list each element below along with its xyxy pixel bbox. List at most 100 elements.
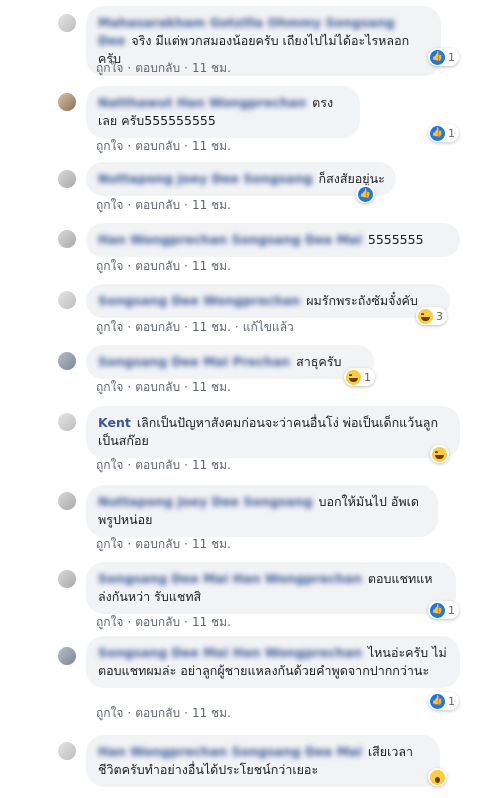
like-link[interactable]: ถูกใจ	[96, 198, 123, 212]
avatar[interactable]	[58, 14, 76, 32]
comment-list: Mahasarakham Gotzilla Ohmmy Songsang Dee…	[0, 0, 481, 798]
comment-text: ก็สงสัยอยู่นะ	[318, 171, 385, 186]
comment-bubble: Natthawut Han Wongprechan ตรงเลย ครับ5555…	[86, 86, 360, 138]
reply-link[interactable]: ตอบกลับ	[135, 615, 180, 629]
reaction-count: 3	[436, 309, 443, 323]
timestamp[interactable]: 11 ชม.	[192, 615, 231, 629]
comment-bubble: Han Wongprechan Songsang Dee Mai เสียเวลา…	[86, 735, 440, 787]
timestamp[interactable]: 11 ชม.	[192, 259, 231, 273]
avatar[interactable]	[58, 647, 76, 665]
reaction-count: 1	[364, 370, 371, 384]
comment-bubble: Nuttapong Joey Dee Songsang บอกให้มันไป อ…	[86, 485, 438, 537]
commenter-name[interactable]: Songsang Dee Mai Han Wongprechan	[98, 645, 362, 660]
reaction-badge[interactable]	[428, 768, 447, 786]
reaction-badge[interactable]: 1	[428, 48, 459, 66]
comment-actions: ถูกใจ · ตอบกลับ · 11 ชม.	[96, 61, 231, 75]
comment-actions: ถูกใจ · ตอบกลับ · 11 ชม.	[96, 198, 231, 212]
timestamp[interactable]: 11 ชม.	[192, 139, 231, 153]
comment-actions: ถูกใจ · ตอบกลับ · 11 ชม.	[96, 537, 231, 551]
commenter-name[interactable]: Natthawut Han Wongprechan	[98, 95, 306, 110]
like-link[interactable]: ถูกใจ	[96, 320, 123, 334]
like-link[interactable]: ถูกใจ	[96, 259, 123, 273]
avatar[interactable]	[58, 93, 76, 111]
like-link[interactable]: ถูกใจ	[96, 706, 123, 720]
like-link[interactable]: ถูกใจ	[96, 537, 123, 551]
like-link[interactable]: ถูกใจ	[96, 615, 123, 629]
comment-bubble: Songsang Dee Mai Han Wongprechan ตอบแชทแห…	[86, 562, 456, 614]
avatar[interactable]	[58, 413, 76, 431]
like-icon	[430, 602, 445, 618]
comment-actions: ถูกใจ · ตอบกลับ · 11 ชม.	[96, 706, 231, 720]
reaction-badge[interactable]	[356, 185, 375, 203]
comment-actions: ถูกใจ · ตอบกลับ · 11 ชม.	[96, 380, 231, 394]
avatar[interactable]	[58, 570, 76, 588]
comment-text: สาธุครับ	[296, 354, 342, 369]
reaction-badge[interactable]: 1	[428, 692, 459, 710]
comment-bubble: Kent เลิกเป็นปัญหาสังคมก่อนจะว่าคนอื่นโง่…	[86, 406, 460, 458]
reply-link[interactable]: ตอบกลับ	[135, 537, 180, 551]
commenter-name[interactable]: Songsang Dee Mai Prechan	[98, 354, 290, 369]
comment-bubble: Songsang Dee Mai Han Wongprechan ไหนอ่ะคร…	[86, 636, 460, 688]
commenter-name[interactable]: Han Wongprechan Songsang Dee Mai	[98, 744, 362, 759]
avatar[interactable]	[58, 170, 76, 188]
timestamp[interactable]: 11 ชม.	[192, 320, 231, 334]
timestamp[interactable]: 11 ชม.	[192, 706, 231, 720]
haha-icon	[346, 369, 361, 385]
comment-text: 5555555	[367, 232, 424, 247]
like-icon	[358, 186, 373, 202]
like-icon	[430, 49, 445, 65]
commenter-name[interactable]: Kent	[98, 415, 131, 430]
reply-link[interactable]: ตอบกลับ	[135, 198, 180, 212]
edited-label[interactable]: แก้ไขแล้ว	[243, 320, 294, 334]
avatar[interactable]	[58, 291, 76, 309]
reaction-count: 1	[448, 50, 455, 64]
comment-bubble: Nuttapong Joey Dee Songsang ก็สงสัยอยู่นะ	[86, 162, 396, 196]
comment-bubble: Songsang Dee Wongprechan ผมรักพระถังซัมจั…	[86, 284, 450, 318]
avatar[interactable]	[58, 742, 76, 760]
timestamp[interactable]: 11 ชม.	[192, 61, 231, 75]
like-icon	[430, 693, 445, 709]
commenter-name[interactable]: Songsang Dee Mai Han Wongprechan	[98, 571, 362, 586]
comment-actions: ถูกใจ · ตอบกลับ · 11 ชม.	[96, 259, 231, 273]
timestamp[interactable]: 11 ชม.	[192, 458, 231, 472]
reaction-badge[interactable]: 1	[428, 601, 459, 619]
reply-link[interactable]: ตอบกลับ	[135, 320, 180, 334]
reaction-badge[interactable]	[430, 445, 449, 463]
like-link[interactable]: ถูกใจ	[96, 380, 123, 394]
commenter-name[interactable]: Han Wongprechan Songsang Dee Mai	[98, 232, 362, 247]
comment-actions: ถูกใจ · ตอบกลับ · 11 ชม.	[96, 139, 231, 153]
wow-icon	[430, 769, 445, 785]
reply-link[interactable]: ตอบกลับ	[135, 380, 180, 394]
reply-link[interactable]: ตอบกลับ	[135, 706, 180, 720]
avatar[interactable]	[58, 352, 76, 370]
reaction-count: 1	[448, 603, 455, 617]
reaction-count: 1	[448, 126, 455, 140]
reply-link[interactable]: ตอบกลับ	[135, 458, 180, 472]
reply-link[interactable]: ตอบกลับ	[135, 61, 180, 75]
haha-icon	[432, 446, 447, 462]
like-icon	[430, 125, 445, 141]
reaction-badge[interactable]: 1	[428, 124, 459, 142]
like-link[interactable]: ถูกใจ	[96, 61, 123, 75]
comment-text: ผมรักพระถังซัมจั๋งคับ	[306, 293, 418, 308]
comment-bubble: Songsang Dee Mai Prechan สาธุครับ	[86, 345, 374, 379]
avatar[interactable]	[58, 230, 76, 248]
reaction-badge[interactable]: 1	[344, 368, 375, 386]
commenter-name[interactable]: Nuttapong Joey Dee Songsang	[98, 494, 313, 509]
timestamp[interactable]: 11 ชม.	[192, 198, 231, 212]
haha-icon	[418, 308, 433, 324]
comment-bubble: Han Wongprechan Songsang Dee Mai 5555555	[86, 223, 460, 257]
avatar[interactable]	[58, 492, 76, 510]
commenter-name[interactable]: Nuttapong Joey Dee Songsang	[98, 171, 313, 186]
like-link[interactable]: ถูกใจ	[96, 458, 123, 472]
reaction-badge[interactable]: 3	[416, 307, 447, 325]
reply-link[interactable]: ตอบกลับ	[135, 139, 180, 153]
commenter-name[interactable]: Songsang Dee Wongprechan	[98, 293, 300, 308]
comment-actions: ถูกใจ · ตอบกลับ · 11 ชม.	[96, 458, 231, 472]
comment-actions: ถูกใจ · ตอบกลับ · 11 ชม.	[96, 615, 231, 629]
reaction-count: 1	[448, 694, 455, 708]
reply-link[interactable]: ตอบกลับ	[135, 259, 180, 273]
timestamp[interactable]: 11 ชม.	[192, 537, 231, 551]
timestamp[interactable]: 11 ชม.	[192, 380, 231, 394]
like-link[interactable]: ถูกใจ	[96, 139, 123, 153]
